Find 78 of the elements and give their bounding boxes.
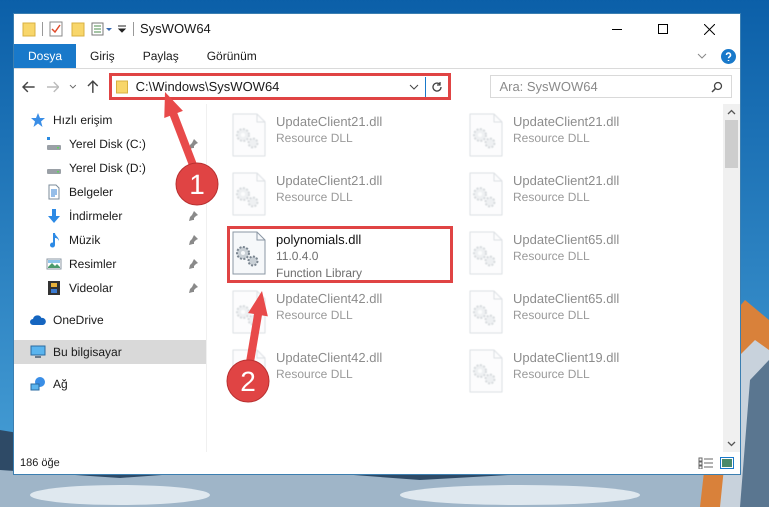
ribbon-tab[interactable]: Giriş <box>76 44 129 68</box>
file-detail: Resource DLL <box>513 307 591 324</box>
search-input[interactable]: Ara: SysWOW64 <box>499 76 712 96</box>
network-icon <box>30 376 46 392</box>
file-detail: Resource DLL <box>276 366 354 383</box>
pin-icon[interactable] <box>188 259 198 269</box>
highlighted-file-item[interactable]: polynomials.dll 11.0.4.0 Function Library <box>227 226 453 283</box>
nav-item[interactable]: Videolar <box>69 279 113 297</box>
file-detail: Resource DLL <box>513 189 591 206</box>
file-name: polynomials.dll <box>276 231 362 248</box>
nav-item[interactable]: İndirmeler <box>69 207 122 225</box>
ribbon-tab[interactable]: Paylaş <box>128 44 193 68</box>
pin-icon[interactable] <box>188 139 198 149</box>
file-detail: Resource DLL <box>513 366 591 383</box>
refresh-icon[interactable] <box>431 80 443 92</box>
file-gear-icon <box>469 290 503 334</box>
ribbon-tab[interactable]: Görünüm <box>192 44 271 68</box>
item-count: 186 öğe <box>20 456 60 471</box>
pin-icon[interactable] <box>188 283 198 293</box>
nav-item[interactable]: Müzik <box>69 231 100 249</box>
chevron-down-icon[interactable] <box>727 441 736 447</box>
checklist-icon[interactable] <box>49 21 63 37</box>
file-detail: Resource DLL <box>513 130 591 147</box>
pin-icon[interactable] <box>188 211 198 221</box>
file-detail: Resource DLL <box>276 130 354 147</box>
nav-item[interactable]: Yerel Disk (D:) <box>69 159 146 177</box>
download-icon <box>46 208 62 224</box>
address-bar[interactable]: C:\Windows\SysWOW64 <box>108 73 451 100</box>
nav-item[interactable]: Ağ <box>53 375 68 393</box>
scrollbar-thumb[interactable] <box>725 120 738 168</box>
file-gear-icon <box>469 113 503 157</box>
monitor-icon <box>30 344 46 360</box>
file-detail: 11.0.4.0 <box>276 248 320 265</box>
film-icon <box>46 280 62 296</box>
folder-icon <box>116 80 128 94</box>
file-gear-icon <box>469 349 503 393</box>
file-gear-icon <box>232 231 266 275</box>
up-arrow-icon[interactable] <box>87 80 99 94</box>
annotation-arrow <box>246 291 268 363</box>
file-gear-icon <box>232 172 266 216</box>
thumbnail-view-icon[interactable] <box>720 457 734 469</box>
back-arrow-icon[interactable] <box>22 80 36 92</box>
file-detail: Resource DLL <box>276 307 354 324</box>
file-detail: Function Library <box>276 265 362 282</box>
star-icon <box>30 112 46 128</box>
chevron-up-icon[interactable] <box>727 109 736 115</box>
nav-item[interactable]: Bu bilgisayar <box>14 340 206 364</box>
scrollbar[interactable] <box>723 104 740 452</box>
document-icon <box>46 184 62 200</box>
nav-item[interactable]: Hızlı erişim <box>53 111 112 129</box>
help-icon[interactable] <box>721 48 736 64</box>
dropdown-icon[interactable] <box>117 24 127 34</box>
drive-icon <box>46 136 62 152</box>
file-detail: Resource DLL <box>513 248 591 265</box>
address-path: C:\Windows\SysWOW64 <box>136 78 280 96</box>
file-gear-icon <box>469 231 503 275</box>
close-icon <box>704 24 714 34</box>
details-view-icon[interactable] <box>698 457 714 469</box>
number-badge: 1 <box>176 162 218 206</box>
chevron-down-icon[interactable] <box>69 82 77 90</box>
nav-item[interactable]: OneDrive <box>53 311 104 329</box>
nav-item[interactable]: Resimler <box>69 255 116 273</box>
window-title: SysWOW64 <box>140 20 211 38</box>
properties-icon[interactable] <box>91 21 113 37</box>
number-badge: 2 <box>226 360 270 402</box>
picture-icon <box>46 256 62 272</box>
search-field[interactable]: Ara: SysWOW64 <box>490 75 732 98</box>
file-detail: Resource DLL <box>276 189 354 206</box>
search-icon <box>711 80 724 92</box>
ribbon-tab[interactable]: Dosya <box>14 44 76 68</box>
file-gear-icon <box>232 113 266 157</box>
pin-icon[interactable] <box>188 235 198 245</box>
nav-item[interactable]: Belgeler <box>69 183 114 201</box>
drive-icon <box>46 168 62 174</box>
nav-label: Bu bilgisayar <box>53 344 122 361</box>
file-gear-icon <box>469 172 503 216</box>
nav-item[interactable]: Yerel Disk (C:) <box>69 135 146 153</box>
chevron-down-icon[interactable] <box>409 82 419 90</box>
